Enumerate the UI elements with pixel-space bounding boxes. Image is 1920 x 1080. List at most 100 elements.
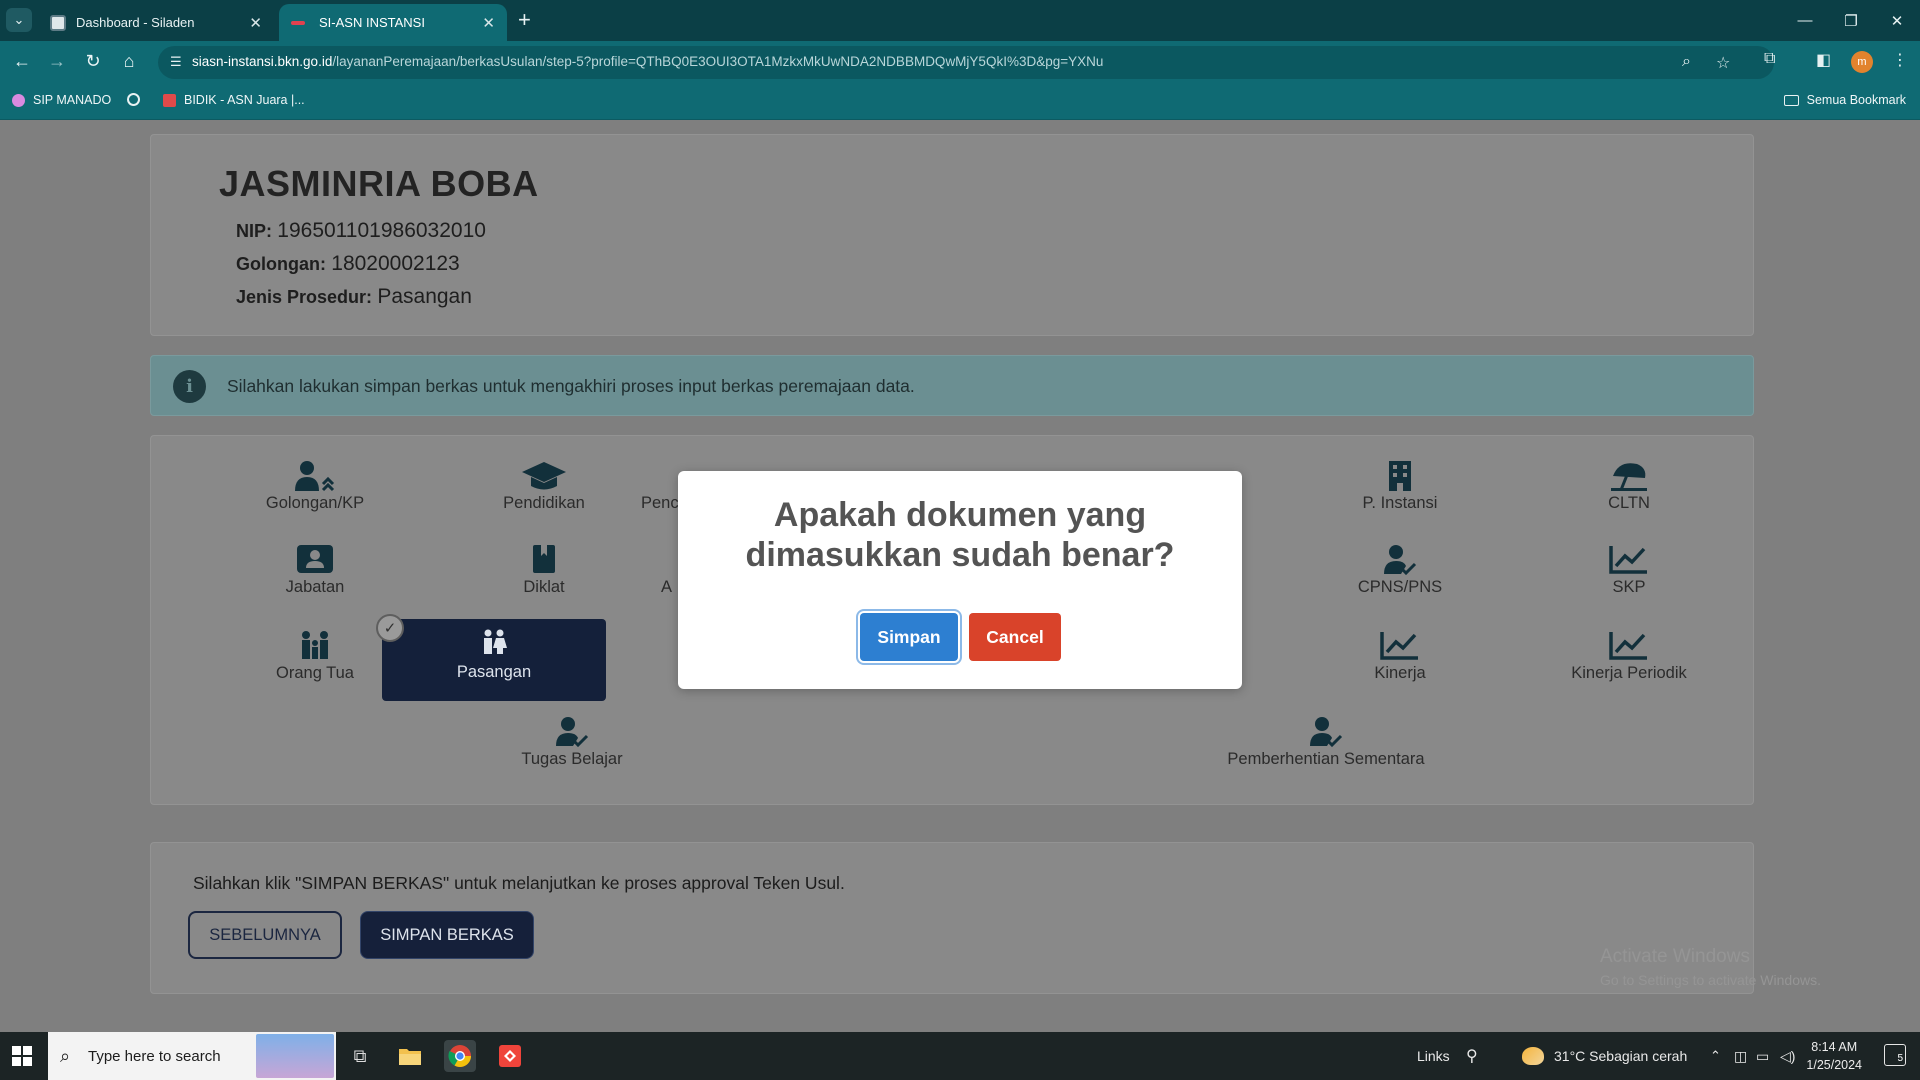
back-icon[interactable]: ← xyxy=(10,51,34,72)
bookmark-favicon xyxy=(163,93,176,107)
windows-start-icon[interactable] xyxy=(12,1046,32,1066)
reload-icon[interactable]: ↻ xyxy=(81,51,105,72)
menu-item-cpns-pns[interactable]: CPNS/PNS xyxy=(1288,534,1512,614)
previous-button[interactable]: SEBELUMNYA xyxy=(188,911,342,959)
folder-icon xyxy=(1783,94,1799,106)
minimize-icon[interactable]: — xyxy=(1782,0,1828,41)
golongan-row: Golongan: 18020002123 xyxy=(236,252,460,275)
menu-item-tugas-belajar[interactable]: Tugas Belajar xyxy=(460,706,684,786)
nip-row: NIP: 196501101986032010 xyxy=(236,219,486,242)
search-highlight-art xyxy=(256,1034,334,1078)
alert-text: Silahkan lakukan simpan berkas untuk men… xyxy=(227,376,915,396)
close-tab-icon[interactable]: ✕ xyxy=(249,14,262,32)
anydesk-icon[interactable] xyxy=(494,1040,526,1072)
people-icon[interactable]: ⚲ xyxy=(1466,1032,1478,1080)
taskbar-search-box[interactable]: ⌕ Type here to search xyxy=(48,1032,336,1080)
bookmark-globe[interactable] xyxy=(127,93,148,106)
meet-now-icon[interactable]: ◫ xyxy=(1734,1032,1747,1080)
id-badge-icon xyxy=(203,544,427,576)
chart-line-icon xyxy=(1517,544,1741,576)
profile-avatar[interactable]: m xyxy=(1851,51,1873,73)
volume-icon[interactable]: ◁) xyxy=(1780,1032,1795,1080)
menu-item-kinerja[interactable]: Kinerja xyxy=(1288,620,1512,700)
url-text: siasn-instansi.bkn.go.id/layananPeremaja… xyxy=(192,54,1104,69)
menu-item-pemberhentian-sementara[interactable]: Pemberhentian Sementara xyxy=(1200,706,1452,786)
tab-si-asn-instansi[interactable]: SI-ASN INSTANSI ✕ xyxy=(279,4,507,41)
tab-dashboard-siladen[interactable]: Dashboard - Siladen ✕ xyxy=(38,4,274,41)
globe-icon xyxy=(127,93,140,106)
menu-item-golongan[interactable]: Golongan/KP xyxy=(203,450,427,530)
system-clock[interactable]: 8:14 AM 1/25/2024 xyxy=(1806,1038,1862,1074)
employee-profile-card: JASMINRIA BOBA NIP: 196501101986032010 G… xyxy=(150,134,1754,336)
tab-title: Dashboard - Siladen xyxy=(76,15,195,30)
user-check-icon xyxy=(460,716,684,748)
forward-icon[interactable]: → xyxy=(45,51,69,72)
prosedur-row: Jenis Prosedur: Pasangan xyxy=(236,285,472,308)
siasn-favicon xyxy=(291,15,309,31)
new-tab-icon[interactable]: + xyxy=(518,8,531,32)
chrome-icon[interactable] xyxy=(444,1040,476,1072)
home-icon[interactable]: ⌂ xyxy=(117,51,141,72)
browser-tab-bar: ⌄ Dashboard - Siladen ✕ SI-ASN INSTANSI … xyxy=(0,0,1920,41)
employee-name: JASMINRIA BOBA xyxy=(219,163,539,204)
confirm-save-button[interactable]: Simpan xyxy=(860,613,958,661)
tab-title: SI-ASN INSTANSI xyxy=(319,15,425,30)
couple-icon xyxy=(382,629,606,661)
weather-widget[interactable]: 31°C Sebagian cerah xyxy=(1522,1032,1687,1080)
menu-kebab-icon[interactable]: ⋮ xyxy=(1892,50,1908,70)
menu-item-pasangan[interactable]: ✓ Pasangan xyxy=(376,614,606,701)
building-icon xyxy=(1288,460,1512,492)
submit-card: Silahkan klik "SIMPAN BERKAS" untuk mela… xyxy=(150,842,1754,994)
bookmark-favicon xyxy=(12,93,25,107)
browser-toolbar: ← → ↻ ⌂ ☰ siasn-instansi.bkn.go.id/layan… xyxy=(0,41,1920,84)
book-icon xyxy=(432,544,656,576)
submit-instruction: Silahkan klik "SIMPAN BERKAS" untuk mela… xyxy=(193,873,845,893)
show-hidden-icons-icon[interactable]: ⌃ xyxy=(1710,1032,1721,1080)
extensions-icon[interactable]: ⧉ xyxy=(1764,50,1775,68)
dialog-title: Apakah dokumen yang dimasukkan sudah ben… xyxy=(745,496,1175,574)
file-explorer-icon[interactable] xyxy=(394,1040,426,1072)
confirm-dialog: Apakah dokumen yang dimasukkan sudah ben… xyxy=(678,471,1242,689)
menu-item-pendidikan[interactable]: Pendidikan xyxy=(432,450,656,530)
info-alert: i Silahkan lakukan simpan berkas untuk m… xyxy=(150,355,1754,416)
links-toolbar[interactable]: Links xyxy=(1417,1032,1450,1080)
all-bookmarks[interactable]: Semua Bookmark xyxy=(1783,93,1906,107)
zoom-icon[interactable]: ⌕ xyxy=(1682,53,1691,71)
menu-item-diklat[interactable]: Diklat xyxy=(432,534,656,614)
close-tab-icon[interactable]: ✕ xyxy=(482,14,495,32)
bookmark-bidik[interactable]: BIDIK - ASN Juara |... xyxy=(163,93,305,107)
user-check-icon xyxy=(1288,544,1512,576)
menu-item-kinerja-periodik[interactable]: Kinerja Periodik xyxy=(1517,620,1741,700)
tab-search-icon[interactable]: ⌄ xyxy=(6,8,32,32)
bookmark-sip-manado[interactable]: SIP MANADO xyxy=(12,93,111,107)
cancel-button[interactable]: Cancel xyxy=(969,613,1061,661)
user-check-icon xyxy=(1200,716,1452,748)
menu-item-skp[interactable]: SKP xyxy=(1517,534,1741,614)
address-bar[interactable]: ☰ siasn-instansi.bkn.go.id/layananPerema… xyxy=(158,46,1774,79)
weather-icon xyxy=(1522,1047,1544,1065)
checkmark-icon: ✓ xyxy=(376,614,404,642)
menu-item-cltn[interactable]: CLTN xyxy=(1517,450,1741,530)
windows-taskbar: ⌕ Type here to search ⧉ Links ⚲ 31°C Seb… xyxy=(0,1032,1920,1080)
restore-icon[interactable]: ❐ xyxy=(1828,0,1874,41)
chart-line-icon xyxy=(1288,630,1512,662)
bookmark-star-icon[interactable]: ☆ xyxy=(1716,53,1730,73)
activate-windows-title: Activate Windows xyxy=(1600,946,1750,967)
activate-windows-subtitle: Go to Settings to activate Windows. xyxy=(1600,972,1821,988)
chart-line-icon xyxy=(1517,630,1741,662)
close-window-icon[interactable]: ✕ xyxy=(1874,0,1920,41)
notification-center-icon[interactable]: 5 xyxy=(1884,1044,1906,1066)
search-icon: ⌕ xyxy=(60,1046,71,1066)
network-icon[interactable]: ▭ xyxy=(1756,1032,1769,1080)
site-info-icon[interactable]: ☰ xyxy=(170,54,186,70)
info-icon: i xyxy=(173,370,206,403)
graduation-cap-icon xyxy=(432,460,656,492)
task-view-icon[interactable]: ⧉ xyxy=(344,1040,376,1072)
menu-item-jabatan[interactable]: Jabatan xyxy=(203,534,427,614)
menu-item-p-instansi[interactable]: P. Instansi xyxy=(1288,450,1512,530)
side-panel-icon[interactable]: ◧ xyxy=(1816,50,1831,70)
siladen-favicon xyxy=(50,14,66,31)
bookmarks-bar: SIP MANADO BIDIK - ASN Juara |... Semua … xyxy=(0,84,1920,120)
umbrella-beach-icon xyxy=(1517,460,1741,492)
save-documents-button[interactable]: SIMPAN BERKAS xyxy=(360,911,534,959)
